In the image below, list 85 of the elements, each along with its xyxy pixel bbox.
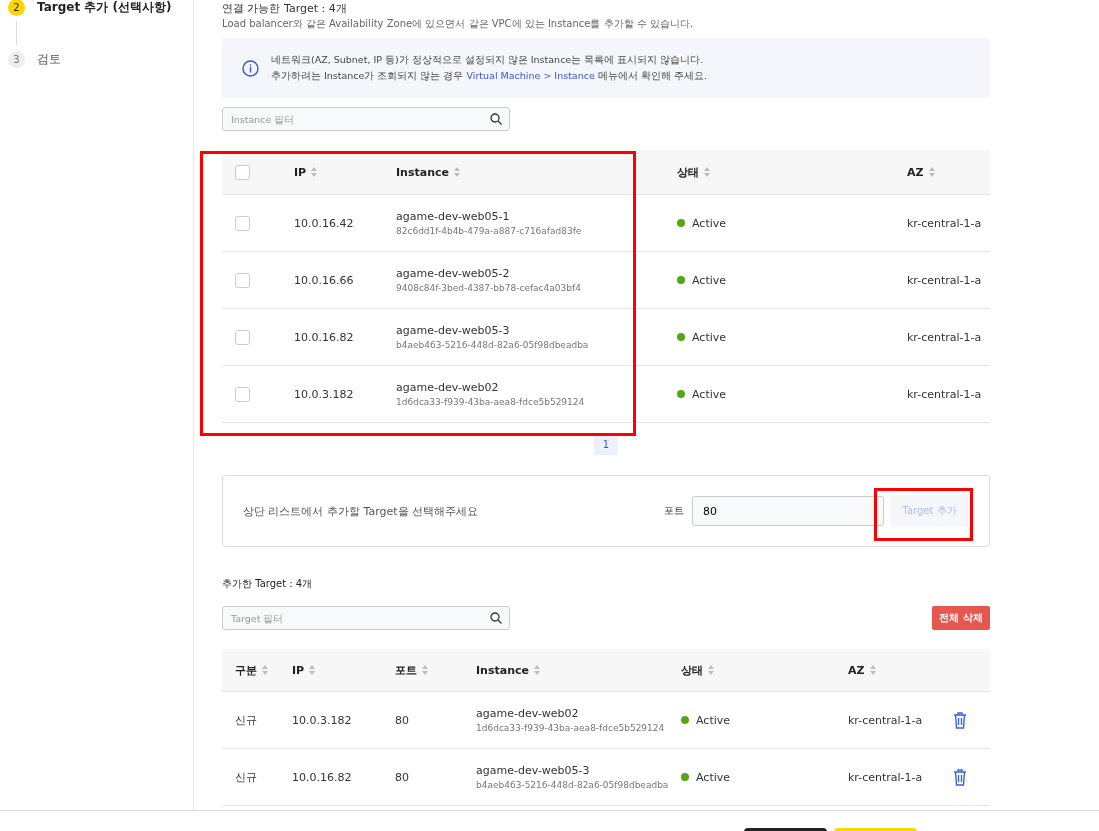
ip-cell-text: 10.0.16.82 [292, 770, 353, 784]
row-checkbox[interactable] [235, 272, 250, 288]
port-cell-text: 80 [395, 713, 410, 727]
column-header[interactable]: 포트 [395, 662, 417, 678]
sort-icon[interactable] [262, 665, 268, 675]
step-number: 2 [8, 0, 25, 16]
section-title: 연결 가능한 Target : 4개 [222, 1, 348, 15]
instance-id: b4aeb463-5216-448d-82a6-05f98dbeadba [396, 340, 590, 350]
instance-name: agame-dev-web05-1 [396, 210, 511, 223]
trash-icon[interactable] [953, 768, 967, 786]
column-header[interactable]: AZ [848, 663, 865, 677]
search-icon[interactable] [490, 612, 502, 624]
column-header[interactable]: IP [292, 663, 305, 677]
column-header[interactable]: 상태 [677, 164, 699, 180]
step-number: 3 [8, 50, 25, 68]
instance-id: b4aeb463-5216-448d-82a6-05f98dbeadba [476, 780, 670, 790]
status-dot [681, 716, 689, 724]
trash-icon[interactable] [953, 711, 967, 729]
row-checkbox[interactable] [235, 215, 250, 231]
az-cell-text: kr-central-1-a [848, 713, 924, 727]
status-dot [677, 390, 685, 398]
az-cell-text: kr-central-1-a [848, 770, 924, 784]
instance-name: agame-dev-web05-2 [396, 267, 511, 280]
az-cell-text: kr-central-1-a [907, 216, 983, 230]
status-dot [681, 773, 689, 781]
port-field[interactable]: 80 [692, 496, 884, 526]
port-label: 포트 [664, 504, 684, 518]
instance-filter-field[interactable]: Instance 필터 [222, 107, 510, 131]
ip-cell-text: 10.0.16.66 [294, 273, 355, 287]
step-label[interactable]: Target 추가 (선택사항) [37, 0, 172, 16]
sort-icon[interactable] [708, 665, 714, 675]
status-text: Active [692, 273, 727, 287]
ip-cell-text: 10.0.3.182 [294, 387, 355, 401]
info-icon [242, 59, 259, 77]
instance-name: agame-dev-web02 [396, 381, 500, 394]
target-filter-field[interactable]: Target 필터 [222, 606, 510, 630]
column-header[interactable]: Instance [396, 165, 449, 179]
column-header[interactable]: IP [294, 165, 307, 179]
section-description: Load balancer와 같은 Availability Zone에 있으면서 같은 VPC에 있는 Instance를 추가할 수 있습니다. [222, 17, 695, 31]
sort-icon[interactable] [422, 665, 428, 675]
instance-id: 82c6dd1f-4b4b-479a-a887-c716afad83fe [396, 226, 583, 236]
column-header[interactable]: Instance [476, 663, 529, 677]
added-targets-title: 추가한 Target : 4개 [222, 577, 314, 591]
notice-text: 네트워크(AZ, Subnet, IP 등)가 정상적으로 설정되지 않은 Instance는 목록에 표시되지 않습니다. 추가하려는 Instance가 조회되지 않는 경우 Virtual Machine > Instance 메뉴에서 확인해 주세요. [271, 53, 707, 83]
instance-menu-link[interactable]: Virtual Machine > Instance [466, 70, 595, 81]
row-checkbox[interactable] [235, 329, 250, 345]
status-text: Active [692, 216, 727, 230]
type-cell-text: 신규 [235, 712, 258, 728]
az-cell-text: kr-central-1-a [907, 387, 983, 401]
status-text: Active [696, 713, 731, 727]
ip-cell-text: 10.0.3.182 [292, 713, 353, 727]
column-header[interactable]: 구분 [235, 662, 257, 678]
add-target-message: 상단 리스트에서 추가할 Target을 선택해주세요 [243, 503, 480, 519]
status-dot [677, 276, 685, 284]
instance-id: 9408c84f-3bed-4387-bb78-cefac4a03bf4 [396, 283, 582, 293]
port-cell-text: 80 [395, 770, 410, 784]
sort-icon[interactable] [704, 167, 710, 177]
sort-icon[interactable] [869, 665, 876, 675]
sort-icon[interactable] [311, 167, 318, 177]
instance-id: 1d6dca33-f939-43ba-aea8-fdce5b529124 [396, 397, 586, 407]
ip-cell-text: 10.0.16.82 [294, 330, 355, 344]
status-dot [677, 333, 685, 341]
sort-icon[interactable] [928, 167, 935, 177]
az-cell-text: kr-central-1-a [907, 273, 983, 287]
instance-name: agame-dev-web02 [476, 707, 580, 720]
column-header[interactable]: 상태 [681, 662, 703, 678]
type-cell-text: 신규 [235, 769, 258, 785]
search-icon[interactable] [490, 113, 502, 125]
row-checkbox[interactable] [235, 386, 250, 402]
step-label[interactable]: 검토 [37, 50, 61, 68]
select-all-checkbox[interactable] [235, 164, 250, 180]
instance-id: 1d6dca33-f939-43ba-aea8-fdce5b529124 [476, 723, 666, 733]
instance-name: agame-dev-web05-3 [476, 764, 591, 777]
status-text: Active [692, 330, 727, 344]
status-text: Active [696, 770, 731, 784]
sort-icon[interactable] [309, 665, 316, 675]
instance-name: agame-dev-web05-3 [396, 324, 511, 337]
status-dot [677, 219, 685, 227]
status-text: Active [692, 387, 727, 401]
sort-icon[interactable] [533, 665, 540, 675]
az-cell-text: kr-central-1-a [907, 330, 983, 344]
delete-all-button[interactable]: 전체 삭제 [932, 606, 990, 630]
ip-cell-text: 10.0.16.42 [294, 216, 355, 230]
sort-icon[interactable] [453, 167, 460, 177]
column-header[interactable]: AZ [907, 165, 924, 179]
